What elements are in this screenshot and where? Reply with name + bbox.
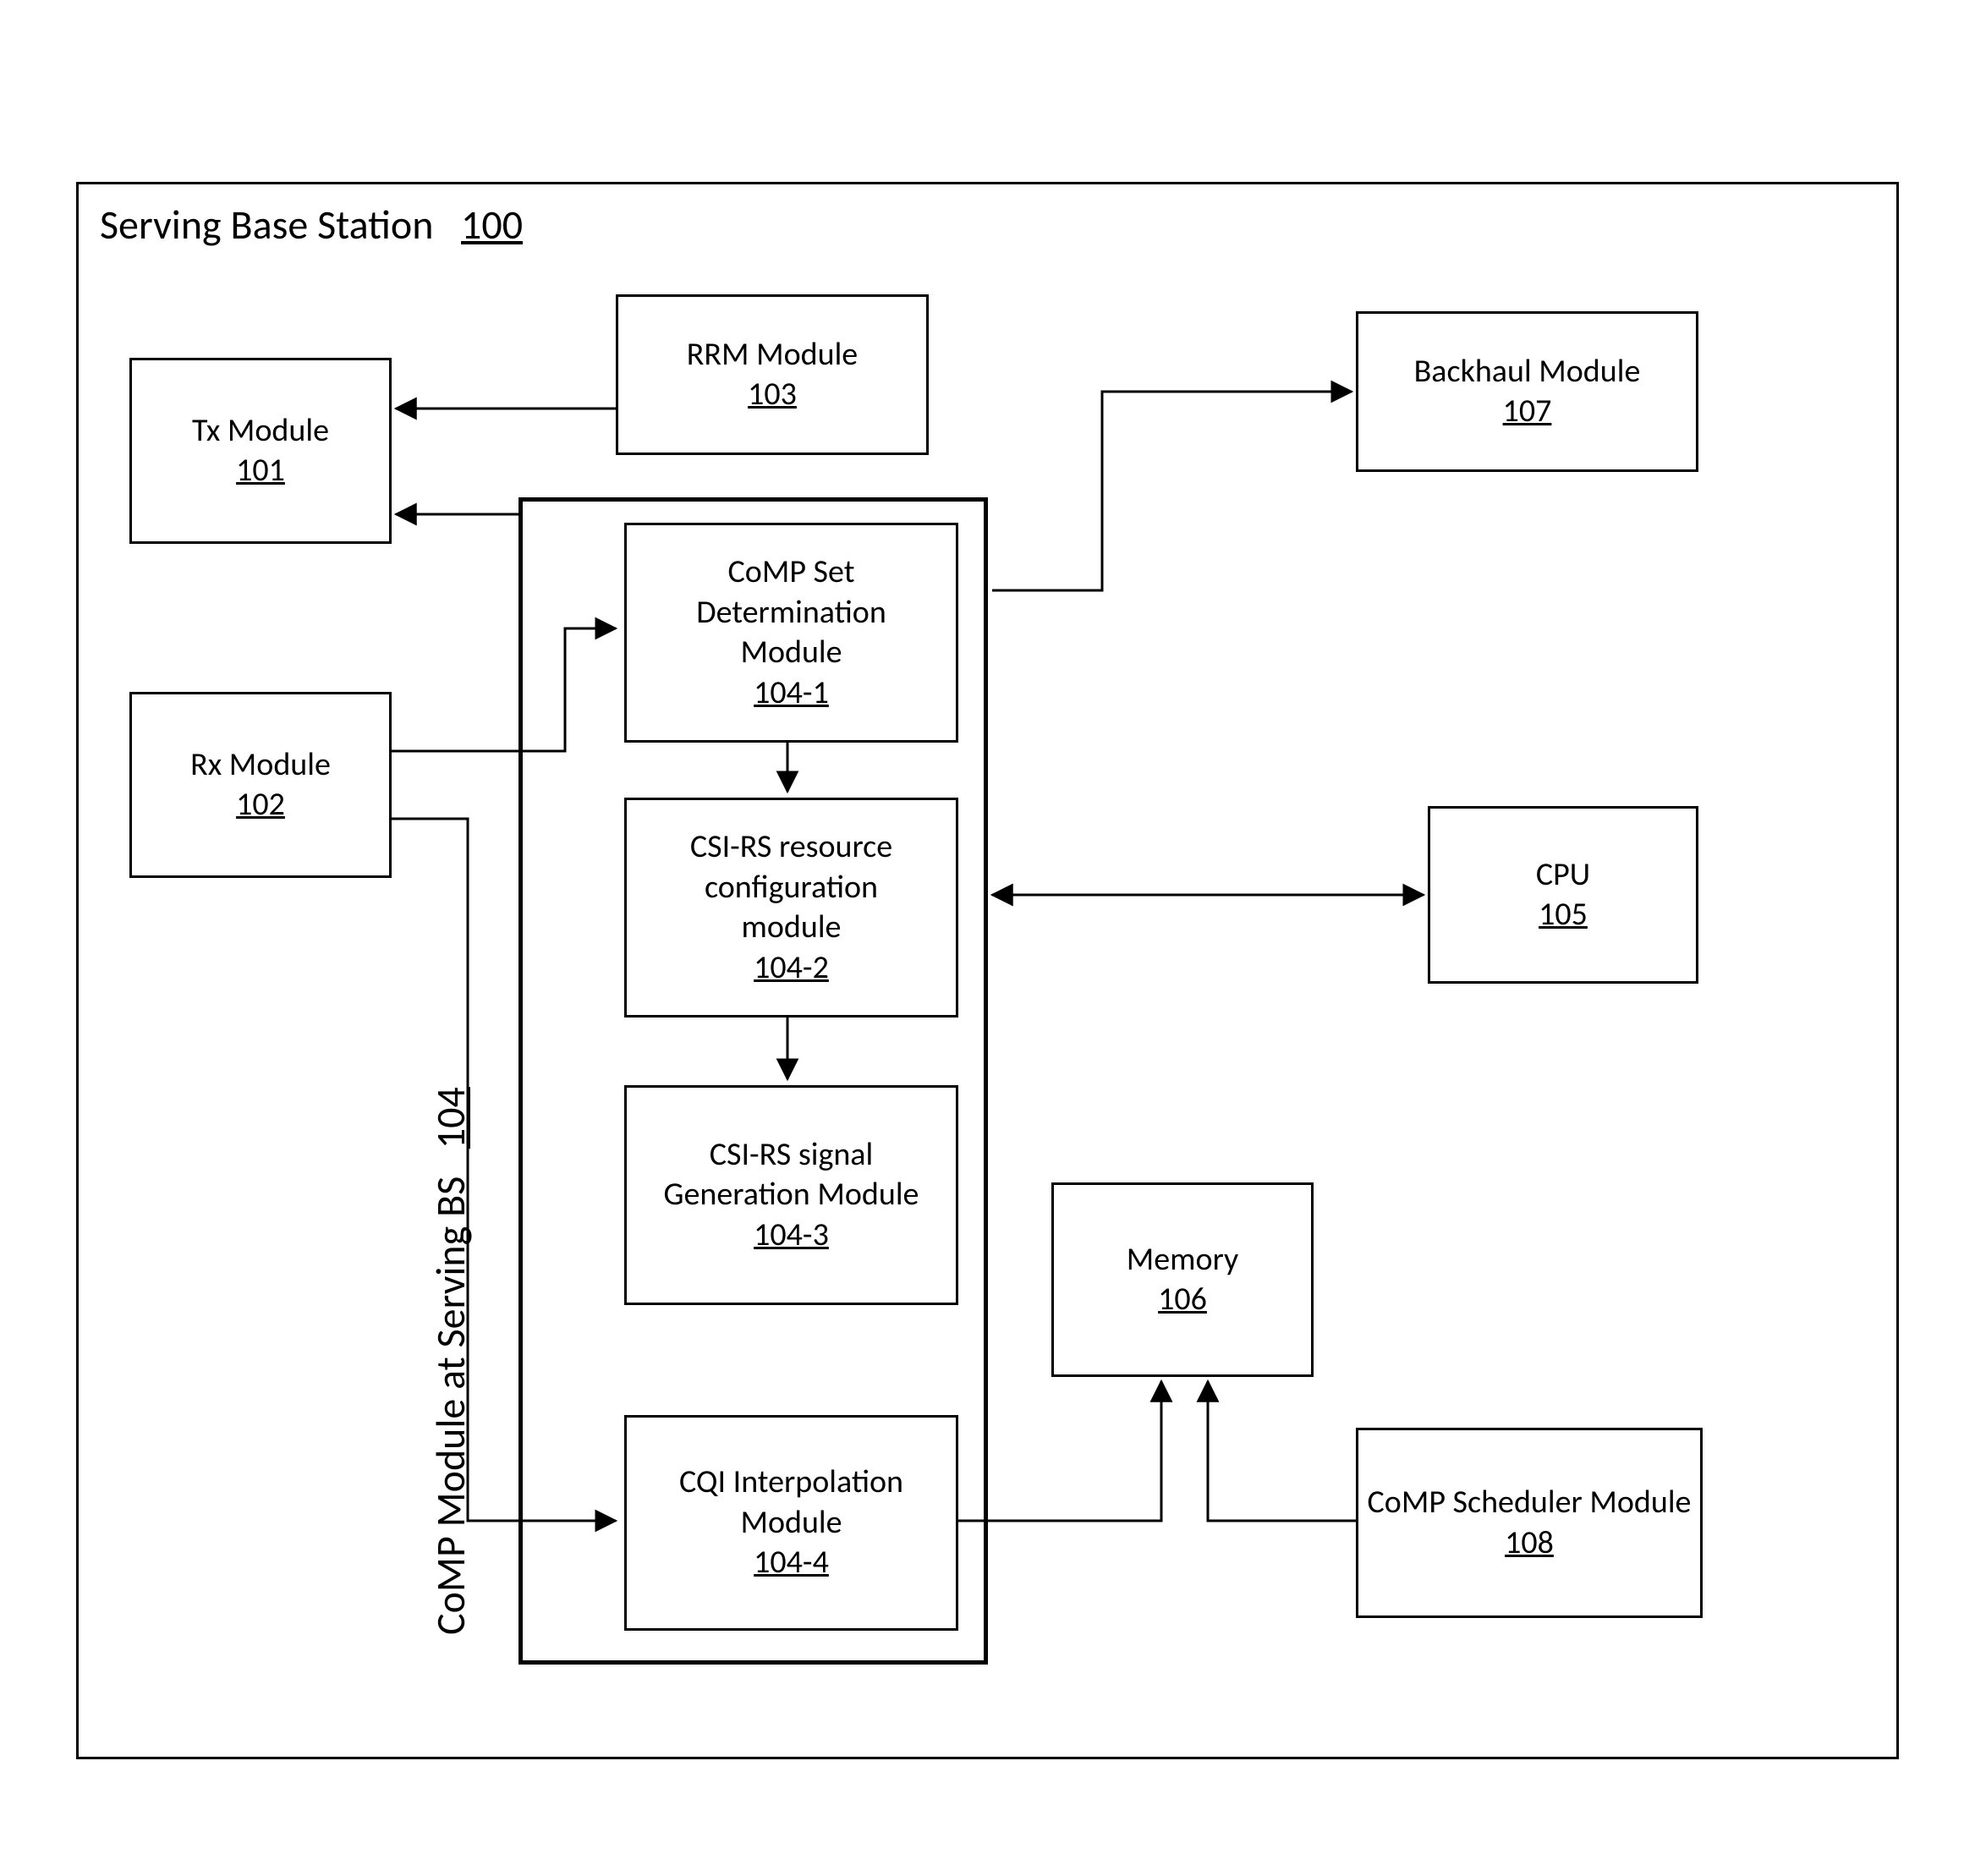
tx-module-ref: 101 [236, 451, 285, 491]
cpu-box: CPU 105 [1428, 806, 1698, 984]
cpu-ref: 105 [1539, 895, 1588, 935]
serving-base-station-title: Serving Base Station 100 [100, 200, 523, 250]
backhaul-module-box: Backhaul Module 107 [1356, 311, 1698, 472]
comp-scheduler-ref: 108 [1505, 1523, 1554, 1564]
csi-signal-title: CSI-RS signal Generation Module [656, 1135, 927, 1215]
comp-module-title-text: CoMP Module at Serving BS [425, 1177, 475, 1635]
cpu-title: CPU [1536, 855, 1590, 896]
rrm-module-ref: 103 [748, 375, 797, 415]
rrm-module-box: RRM Module 103 [616, 294, 929, 455]
comp-scheduler-box: CoMP Scheduler Module 108 [1356, 1428, 1703, 1618]
csi-signal-ref: 104-3 [754, 1215, 829, 1256]
comp-set-box: CoMP Set Determination Module 104-1 [624, 523, 958, 743]
comp-scheduler-title: CoMP Scheduler Module [1368, 1483, 1692, 1523]
comp-module-container: CoMP Module at Serving BS 104 CoMP Set D… [518, 497, 988, 1665]
cqi-title: CQI Interpolation Module [656, 1462, 927, 1543]
csi-resource-box: CSI-RS resource configuration module 104… [624, 798, 958, 1018]
csi-signal-box: CSI-RS signal Generation Module 104-3 [624, 1085, 958, 1305]
backhaul-module-ref: 107 [1503, 392, 1552, 432]
title-text: Serving Base Station [100, 200, 433, 250]
memory-ref: 106 [1158, 1280, 1207, 1320]
comp-module-title: CoMP Module at Serving BS 104 [425, 1087, 475, 1635]
rrm-module-title: RRM Module [687, 335, 858, 376]
rx-module-title: Rx Module [190, 745, 331, 786]
comp-set-ref: 104-1 [754, 673, 829, 714]
tx-module-box: Tx Module 101 [129, 358, 392, 544]
memory-title: Memory [1127, 1240, 1238, 1281]
diagram-canvas: Serving Base Station 100 Tx Module 101 R… [0, 0, 1975, 1876]
csi-resource-ref: 104-2 [754, 948, 829, 989]
comp-module-ref: 104 [425, 1087, 475, 1149]
serving-base-station-container: Serving Base Station 100 Tx Module 101 R… [76, 182, 1899, 1759]
cqi-box: CQI Interpolation Module 104-4 [624, 1415, 958, 1631]
backhaul-module-title: Backhaul Module [1414, 352, 1641, 392]
rx-module-box: Rx Module 102 [129, 692, 392, 878]
rx-module-ref: 102 [236, 785, 285, 826]
tx-module-title: Tx Module [192, 411, 329, 452]
cqi-ref: 104-4 [754, 1543, 829, 1583]
csi-resource-title: CSI-RS resource configuration module [656, 827, 927, 948]
memory-box: Memory 106 [1051, 1182, 1314, 1377]
comp-set-title: CoMP Set Determination Module [656, 552, 927, 673]
title-ref: 100 [461, 200, 523, 250]
